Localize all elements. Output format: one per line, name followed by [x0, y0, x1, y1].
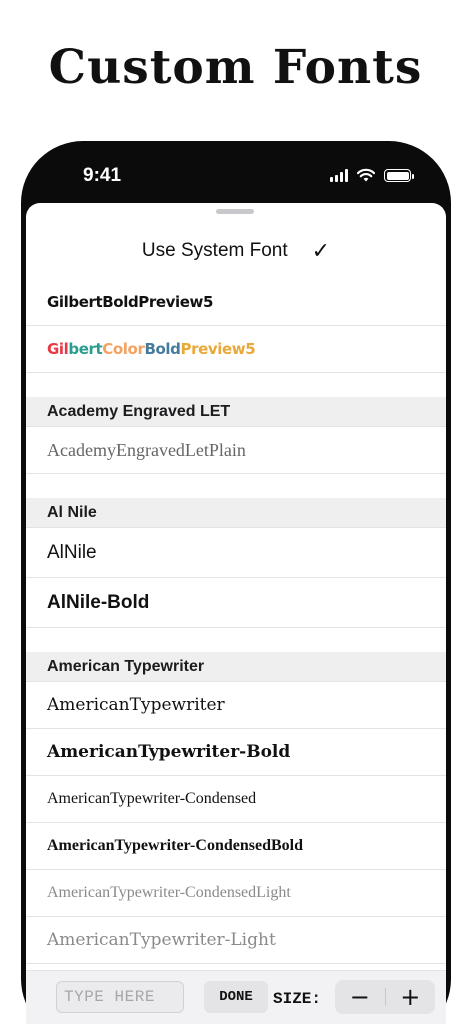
status-time: 9:41: [83, 165, 122, 186]
size-label: SIZE:: [273, 990, 322, 1008]
size-stepper: − +: [335, 980, 435, 1014]
battery-icon: [384, 169, 414, 182]
font-name: AlNile-Bold: [47, 591, 150, 613]
font-name: AmericanTypewriter-CondensedLight: [47, 884, 291, 901]
font-name: AmericanTypewriter-Bold: [47, 742, 291, 762]
decrease-size-button[interactable]: −: [335, 980, 385, 1014]
section-header-american-typewriter: American Typewriter: [26, 652, 446, 682]
font-row-gilbert-color-bold[interactable]: GilbertColorBoldPreview5: [26, 326, 446, 373]
sheet-grabber[interactable]: [216, 209, 254, 214]
cellular-signal-icon: [330, 168, 348, 182]
system-font-label: Use System Font: [141, 240, 288, 261]
font-row-alnile-bold[interactable]: AlNile-Bold: [26, 578, 446, 628]
font-name: AmericanTypewriter-CondensedBold: [47, 837, 303, 854]
font-row-academy-plain[interactable]: AcademyEngravedLetPlain: [26, 427, 446, 474]
font-name-gilbert-color: GilbertColorBoldPreview5: [47, 340, 256, 358]
font-name: AmericanTypewriter-Condensed: [47, 790, 257, 807]
font-name: GilbertBoldPreview5: [47, 293, 214, 311]
wifi-icon: [357, 168, 375, 182]
gilbert-color-segment: Gil: [47, 340, 69, 358]
font-name: AlNile: [47, 541, 97, 563]
gilbert-color-segment: Color: [102, 340, 145, 358]
font-row-gilbert-bold[interactable]: GilbertBoldPreview5: [26, 279, 446, 326]
font-name: AcademyEngravedLetPlain: [47, 439, 246, 460]
font-name: AmericanTypewriter-Light: [47, 930, 276, 950]
increase-size-button[interactable]: +: [386, 980, 436, 1014]
font-row-american-typewriter-light[interactable]: AmericanTypewriter-Light: [26, 917, 446, 964]
font-row-american-typewriter-condensed-light[interactable]: AmericanTypewriter-CondensedLight: [26, 870, 446, 917]
gilbert-color-segment: bert: [68, 340, 103, 358]
bottom-toolbar: DONE SIZE: − +: [26, 970, 446, 1024]
use-system-font-row[interactable]: Use System Font ✓: [26, 229, 446, 273]
checkmark-icon: ✓: [311, 238, 331, 264]
status-bar: 9:41: [21, 141, 451, 203]
section-header-academy: Academy Engraved LET: [26, 397, 446, 427]
font-list: GilbertBoldPreview5 GilbertColorBoldPrev…: [26, 279, 446, 964]
section-header-al-nile: Al Nile: [26, 498, 446, 528]
font-name: AmericanTypewriter: [47, 695, 225, 715]
preview-text-input[interactable]: [56, 981, 184, 1013]
done-button[interactable]: DONE: [204, 981, 268, 1013]
font-row-american-typewriter-condensed[interactable]: AmericanTypewriter-Condensed: [26, 776, 446, 823]
font-picker-sheet: Use System Font ✓ GilbertBoldPreview5 Gi…: [26, 203, 446, 1024]
font-row-american-typewriter[interactable]: AmericanTypewriter: [26, 682, 446, 729]
page-headline: Custom Fonts: [48, 40, 423, 95]
font-row-american-typewriter-condensed-bold[interactable]: AmericanTypewriter-CondensedBold: [26, 823, 446, 870]
font-row-alnile[interactable]: AlNile: [26, 528, 446, 578]
gilbert-color-segment: Preview5: [180, 340, 256, 358]
status-icons: [330, 168, 414, 182]
gilbert-color-segment: Bold: [144, 340, 181, 358]
font-row-american-typewriter-bold[interactable]: AmericanTypewriter-Bold: [26, 729, 446, 776]
